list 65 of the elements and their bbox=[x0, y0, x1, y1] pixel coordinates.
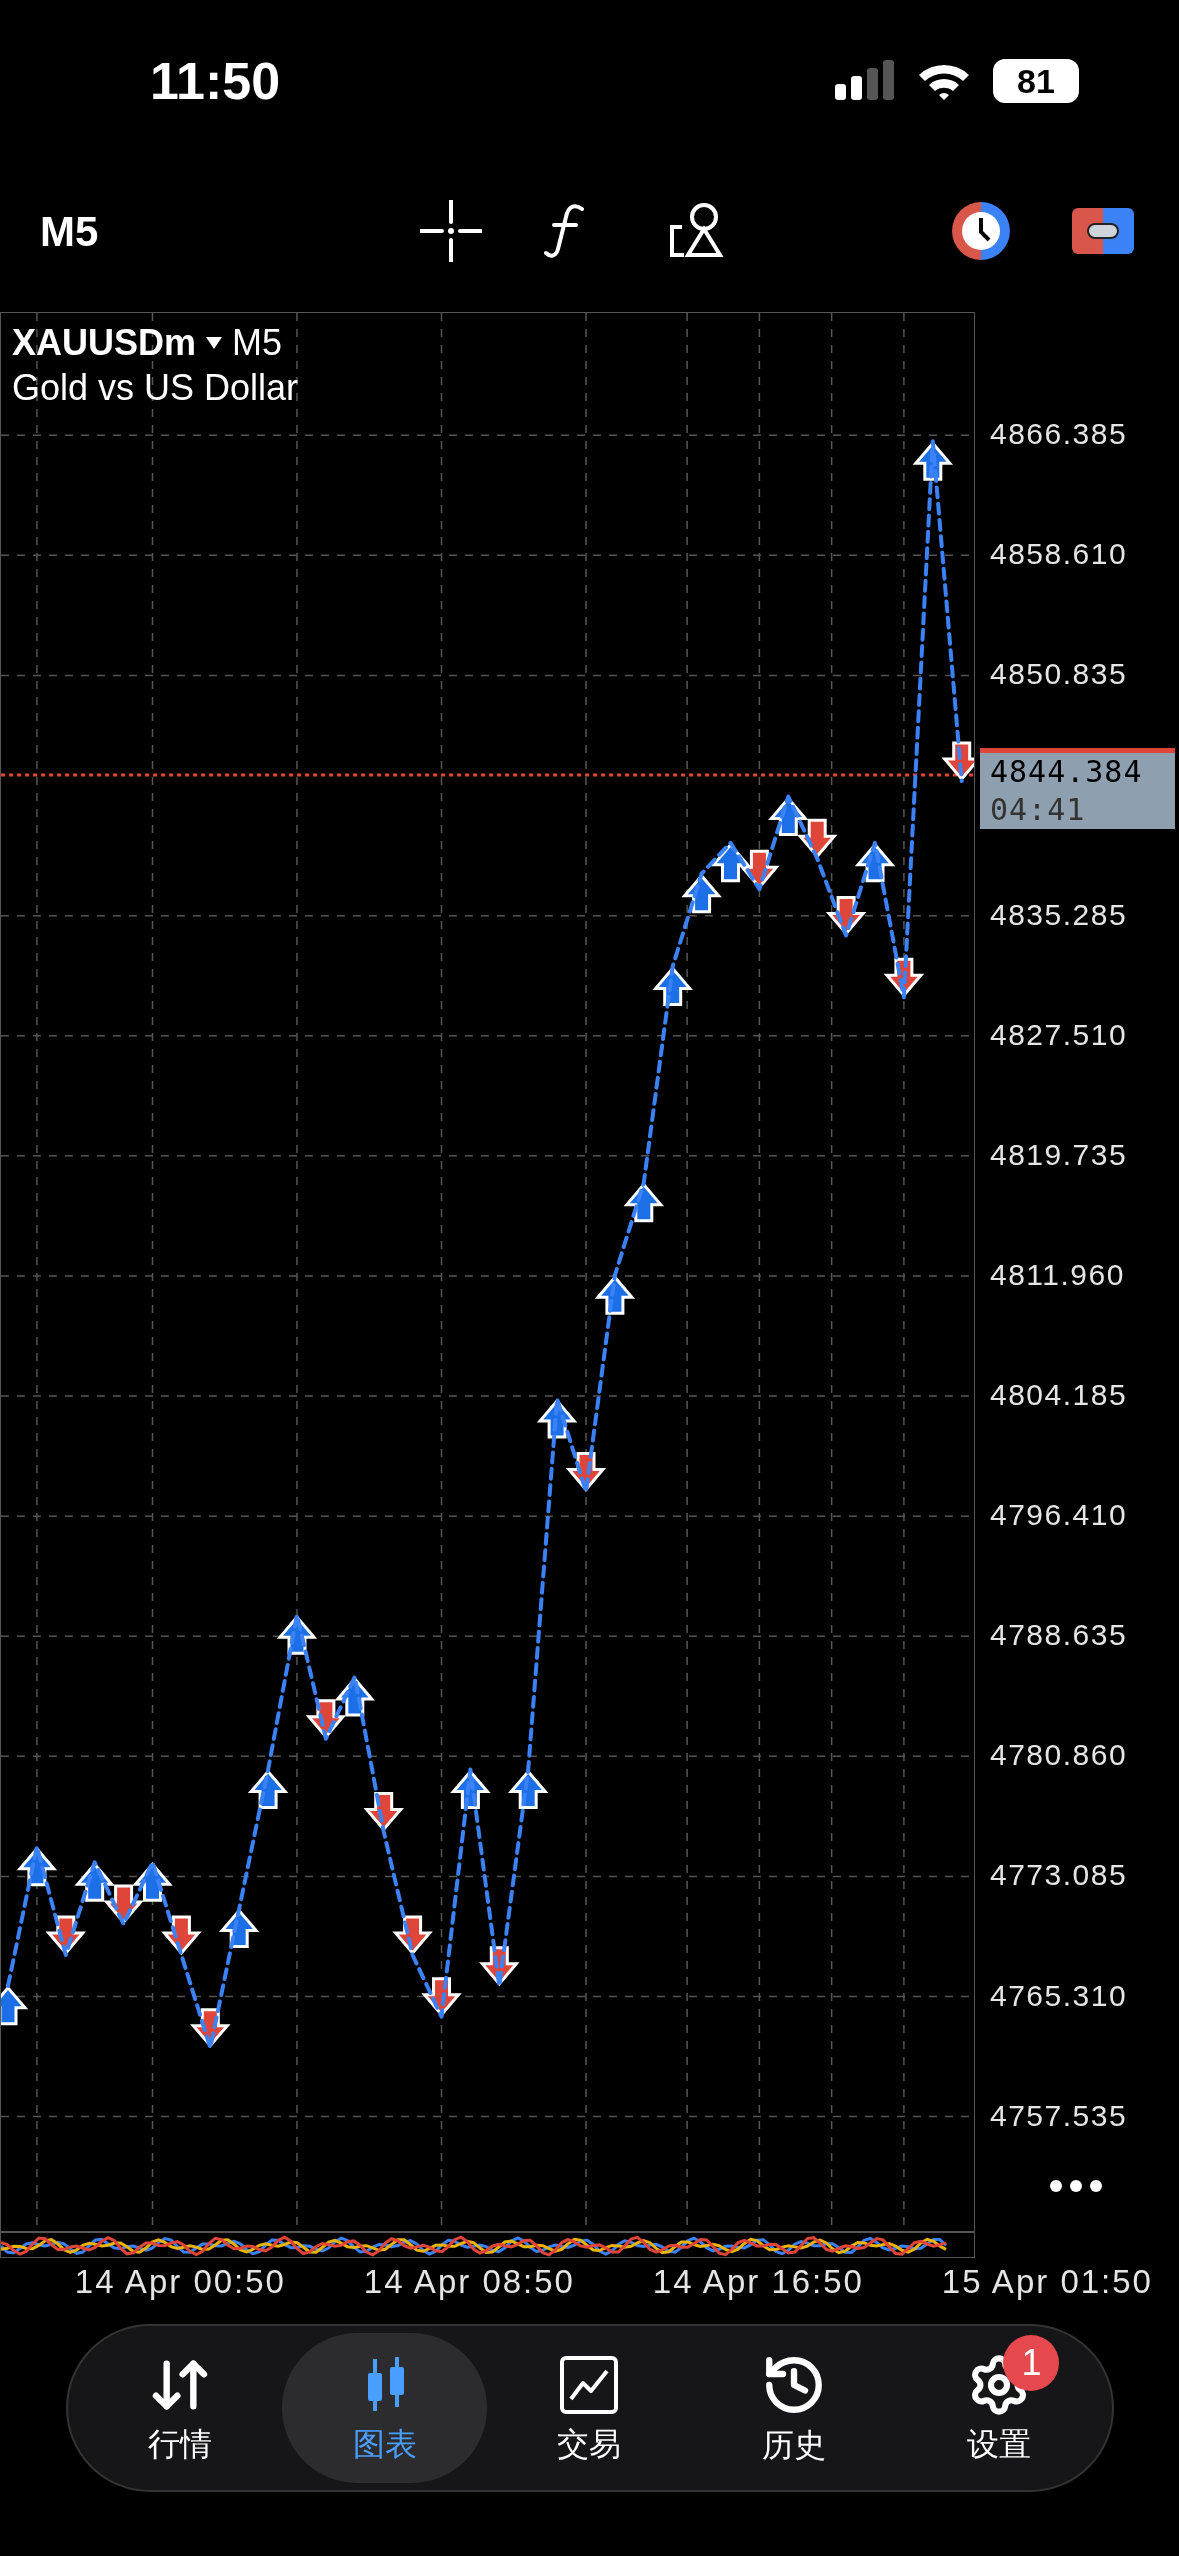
data-point bbox=[854, 842, 896, 883]
price-axis-label: 4773.085 bbox=[990, 1857, 1128, 1894]
data-point bbox=[16, 1846, 58, 1887]
symbol-description: Gold vs US Dollar bbox=[12, 366, 299, 410]
price-axis-label: 4827.510 bbox=[990, 1016, 1128, 1053]
data-point bbox=[565, 1452, 607, 1492]
bar-countdown: 04:41 bbox=[990, 791, 1087, 830]
more-icon[interactable] bbox=[1049, 2179, 1103, 2193]
data-point bbox=[652, 966, 693, 1006]
notification-badge: 1 bbox=[1003, 2335, 1060, 2391]
tab-button[interactable]: 行情 bbox=[77, 2333, 283, 2483]
price-axis-label: 4765.310 bbox=[990, 1977, 1128, 2014]
current-price: 4844.384 bbox=[990, 753, 1144, 792]
time-axis-label: 14 Apr 16:50 bbox=[652, 2262, 864, 2302]
tab-button[interactable]: 交易 bbox=[487, 2333, 692, 2483]
data-point bbox=[710, 842, 751, 883]
timeframe-button[interactable]: M5 bbox=[40, 199, 420, 263]
tab-button[interactable]: 图表 bbox=[282, 2333, 488, 2483]
price-axis-label: 4819.735 bbox=[990, 1136, 1128, 1173]
data-point bbox=[507, 1769, 549, 1810]
price-axis-label: 4835.285 bbox=[990, 896, 1128, 933]
shapes-icon[interactable] bbox=[668, 203, 724, 259]
data-point bbox=[247, 1769, 289, 1810]
price-axis-label: 4780.860 bbox=[990, 1737, 1128, 1774]
crosshair-icon[interactable] bbox=[420, 200, 482, 262]
data-point bbox=[941, 741, 975, 782]
data-point bbox=[681, 873, 722, 914]
data-point bbox=[45, 1915, 87, 1956]
time-axis-label: 15 Apr 01:50 bbox=[941, 2262, 1153, 2302]
symbol-timeframe: M5 bbox=[232, 321, 283, 365]
price-axis-label: 4804.185 bbox=[990, 1377, 1128, 1414]
data-point bbox=[883, 957, 925, 998]
price-axis-label: 4866.385 bbox=[990, 416, 1128, 453]
data-point bbox=[594, 1275, 636, 1315]
price-axis-label: 4788.635 bbox=[990, 1617, 1128, 1654]
data-point bbox=[825, 896, 867, 936]
data-point bbox=[479, 1946, 520, 1987]
signal-icon bbox=[835, 60, 895, 102]
tab-button[interactable]: 历史 bbox=[691, 2333, 897, 2483]
data-point bbox=[392, 1915, 433, 1956]
price-axis-label: 4850.835 bbox=[990, 656, 1128, 693]
clock-icon[interactable] bbox=[950, 200, 1012, 262]
data-point bbox=[334, 1676, 376, 1717]
data-point bbox=[623, 1182, 665, 1223]
data-point bbox=[132, 1861, 173, 1902]
caret-icon[interactable] bbox=[206, 337, 223, 349]
data-point bbox=[0, 1985, 29, 2026]
price-axis-label: 4757.535 bbox=[990, 2097, 1128, 2134]
battery-indicator: 81 bbox=[993, 59, 1079, 103]
data-point bbox=[218, 1908, 260, 1949]
data-point bbox=[363, 1791, 404, 1832]
data-point bbox=[103, 1884, 144, 1925]
time-axis-label: 14 Apr 00:50 bbox=[74, 2262, 286, 2302]
toggle-icon[interactable] bbox=[1072, 208, 1134, 254]
data-point bbox=[536, 1398, 578, 1439]
price-axis-label: 4811.960 bbox=[990, 1256, 1125, 1293]
symbol-name[interactable]: XAUUSDm bbox=[12, 320, 197, 366]
data-point bbox=[161, 1915, 202, 1956]
price-axis-label: 4858.610 bbox=[990, 536, 1128, 573]
clock-time: 11:50 bbox=[150, 51, 281, 112]
time-axis-label: 14 Apr 08:50 bbox=[363, 2262, 575, 2302]
data-point bbox=[796, 818, 838, 859]
function-icon[interactable] bbox=[544, 203, 586, 259]
tab-button[interactable]: 设置 1 bbox=[896, 2333, 1102, 2483]
price-axis-label: 4796.410 bbox=[990, 1497, 1128, 1534]
